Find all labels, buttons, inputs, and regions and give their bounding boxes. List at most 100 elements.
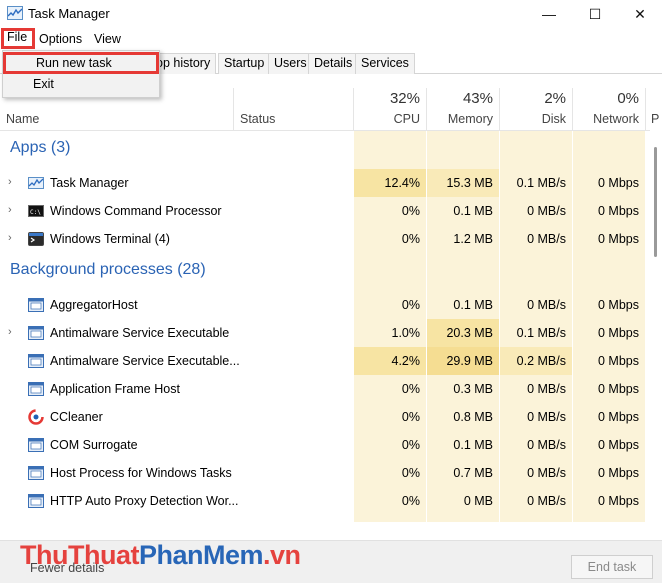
table-row[interactable]: AggregatorHost 0% 0.1 MB 0 MB/s 0 Mbps [0,291,645,319]
end-task-button[interactable]: End task [571,555,653,579]
chevron-right-icon[interactable]: › [8,176,12,188]
table-row[interactable]: HTTP Auto Proxy Detection Wor... 0% 0 MB… [0,487,645,515]
column-status[interactable]: Status [240,112,275,126]
cpu-value: 4.2% [391,354,421,368]
disk-value: 0 MB/s [527,494,566,508]
window-title: Task Manager [28,6,110,21]
network-value: 0 Mbps [598,410,639,424]
table-row[interactable]: Application Frame Host 0% 0.3 MB 0 MB/s … [0,375,645,403]
disk-value: 0.1 MB/s [516,176,566,190]
watermark-logo: ThuThuatPhanMem.vn [20,540,301,570]
network-value: 0 Mbps [598,204,639,218]
minimize-button[interactable]: — [526,0,572,28]
network-value: 0 Mbps [598,232,639,246]
column-separator[interactable] [233,88,234,131]
table-row[interactable]: › C:\ Windows Command Processor 0% 0.1 M… [0,197,645,225]
process-name: COM Surrogate [50,438,138,452]
exit-menu-item[interactable]: Exit [3,74,159,96]
cpu-value: 0% [401,410,420,424]
process-list: Apps (3) › Task Manager 12.4% 15.3 MB 0.… [0,131,645,522]
process-window-icon [28,493,44,509]
memory-percent: 43% [462,90,493,107]
scrollbar-thumb[interactable] [654,147,657,257]
process-name: Antimalware Service Executable [50,326,230,340]
menu-bar: File Options View [0,28,662,50]
group-header-apps[interactable]: Apps (3) [0,139,645,167]
process-window-icon [28,381,44,397]
chevron-right-icon[interactable]: › [8,204,12,216]
column-separator[interactable] [645,88,646,131]
disk-value: 0 MB/s [527,382,566,396]
close-button[interactable]: ✕ [617,0,662,28]
table-row[interactable]: › Task Manager 12.4% 15.3 MB 0.1 MB/s 0 … [0,169,645,197]
process-name: HTTP Auto Proxy Detection Wor... [50,494,239,508]
group-title-background: Background processes (28) [10,261,206,278]
cmd-icon: C:\ [28,203,44,219]
process-window-icon [28,465,44,481]
disk-label: Disk [541,112,566,126]
memory-value: 1.2 MB [453,232,493,246]
network-value: 0 Mbps [598,466,639,480]
memory-value: 15.3 MB [446,176,493,190]
table-row[interactable]: Host Process for Windows Tasks 0% 0.7 MB… [0,459,645,487]
tab-details[interactable]: Details [308,53,359,74]
memory-value: 0 MB [463,494,493,508]
process-window-icon [28,353,44,369]
maximize-button[interactable]: ☐ [572,0,618,28]
process-window-icon [28,437,44,453]
menu-file[interactable]: File [1,28,35,49]
cpu-value: 1.0% [391,326,421,340]
menu-view[interactable]: View [89,30,126,49]
process-name: Application Frame Host [50,382,180,396]
column-cpu[interactable]: 32% CPU [354,88,426,131]
memory-value: 20.3 MB [446,326,493,340]
table-row[interactable]: Antimalware Service Executable... 4.2% 2… [0,347,645,375]
table-row[interactable]: CCleaner 0% 0.8 MB 0 MB/s 0 Mbps [0,403,645,431]
cpu-value: 0% [401,232,420,246]
vertical-scrollbar[interactable] [650,88,662,522]
process-name: CCleaner [50,410,103,424]
network-percent: 0% [617,90,639,107]
network-value: 0 Mbps [598,438,639,452]
chevron-right-icon[interactable]: › [8,326,12,338]
cpu-value: 0% [401,298,420,312]
disk-value: 0 MB/s [527,204,566,218]
disk-value: 0.2 MB/s [516,354,566,368]
network-value: 0 Mbps [598,176,639,190]
tab-users[interactable]: Users [268,53,313,74]
group-title-apps: Apps (3) [10,139,71,156]
disk-value: 0 MB/s [527,438,566,452]
column-network[interactable]: 0% Network [573,88,645,131]
process-name: Antimalware Service Executable... [50,354,240,368]
cpu-label: CPU [393,112,420,126]
table-row[interactable]: › Antimalware Service Executable 1.0% 20… [0,319,645,347]
column-name[interactable]: Name [6,112,39,126]
memory-value: 0.1 MB [453,298,493,312]
menu-options[interactable]: Options [34,30,87,49]
cpu-value: 0% [401,382,420,396]
terminal-icon [28,231,44,247]
process-name: Windows Command Processor [50,204,222,218]
disk-value: 0 MB/s [527,298,566,312]
cpu-value: 0% [401,438,420,452]
process-window-icon [28,325,44,341]
cpu-percent: 32% [389,90,420,107]
group-header-background[interactable]: Background processes (28) [0,261,645,289]
run-new-task-menu-item[interactable]: Run new task [3,52,159,74]
cpu-value: 0% [401,204,420,218]
memory-label: Memory [447,112,493,126]
table-row[interactable]: › Windows Terminal (4) 0% 1.2 MB 0 MB/s … [0,225,645,253]
file-menu-dropdown: Run new task Exit [2,50,160,98]
column-disk[interactable]: 2% Disk [500,88,572,131]
network-value: 0 Mbps [598,298,639,312]
table-row[interactable]: COM Surrogate 0% 0.1 MB 0 MB/s 0 Mbps [0,431,645,459]
tab-startup[interactable]: Startup [218,53,271,74]
title-bar: Task Manager — ☐ ✕ [0,0,662,28]
cpu-value: 12.4% [384,176,420,190]
disk-value: 0.1 MB/s [516,326,566,340]
column-memory[interactable]: 43% Memory [427,88,499,131]
tab-services[interactable]: Services [355,53,415,74]
chevron-right-icon[interactable]: › [8,232,12,244]
network-value: 0 Mbps [598,326,639,340]
task-manager-icon [7,6,23,20]
